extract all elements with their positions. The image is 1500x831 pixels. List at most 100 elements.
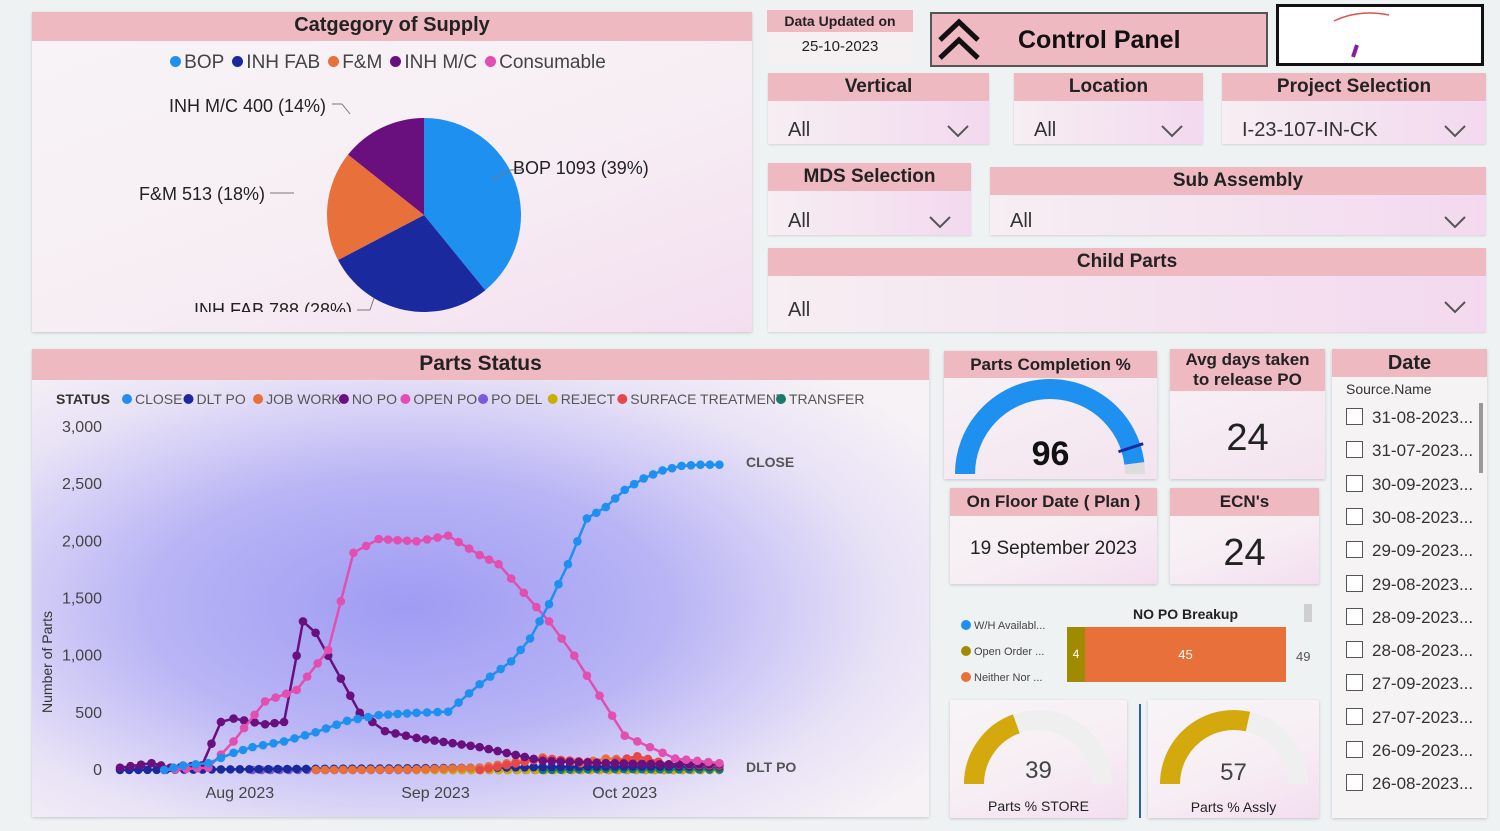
date-checkbox-item[interactable]: 31-07-2023... [1346,441,1473,461]
data-point-close[interactable] [620,485,630,495]
data-point-close[interactable] [258,740,268,750]
data-point-no-po[interactable] [421,734,430,744]
parts-status-legend-item[interactable]: DLT PO [197,391,246,407]
data-point-no-po[interactable] [401,731,411,740]
data-point-close[interactable] [412,708,421,718]
data-point-close[interactable] [374,710,383,720]
no-po-legend-item[interactable]: Neither Nor ... [961,672,1042,684]
data-point-no-po[interactable] [610,759,620,768]
data-point-job-work[interactable] [311,765,320,775]
data-point-open-po[interactable] [454,537,463,547]
data-point-close[interactable] [554,579,563,589]
data-point-close[interactable] [422,708,432,717]
data-point-close[interactable] [300,731,310,740]
parts-status-legend-item[interactable]: REJECT [561,391,616,407]
data-point-open-po[interactable] [260,697,270,706]
data-point-close[interactable] [485,672,495,681]
data-point-job-work[interactable] [320,765,330,775]
data-point-close[interactable] [715,460,724,470]
data-point-open-po[interactable] [532,602,541,612]
data-point-open-po[interactable] [412,537,421,546]
data-point-job-work[interactable] [375,765,385,774]
data-point-close[interactable] [269,739,278,748]
data-point-open-po[interactable] [323,645,333,655]
data-point-job-work[interactable] [430,764,439,774]
data-point-close[interactable] [229,748,238,758]
data-point-close[interactable] [433,707,442,717]
data-point-job-work[interactable] [466,763,475,773]
data-point-job-work[interactable] [457,763,466,773]
data-point-no-po[interactable] [270,718,279,728]
data-point-open-po[interactable] [402,536,412,546]
date-checkbox-item[interactable]: 30-09-2023... [1346,474,1473,495]
data-point-open-po[interactable] [443,531,453,540]
data-point-no-po[interactable] [502,748,511,758]
data-point-close[interactable] [191,759,201,769]
data-point-no-po[interactable] [412,733,421,743]
data-point-open-po[interactable] [544,617,554,626]
data-point-open-po[interactable] [302,672,312,681]
checkbox[interactable] [1346,741,1363,758]
data-point-no-po[interactable] [126,761,135,771]
data-point-no-po[interactable] [457,740,466,749]
data-point-open-po[interactable] [433,533,442,542]
data-point-close[interactable] [393,709,402,719]
data-point-dlt-po[interactable] [216,765,226,774]
data-point-close[interactable] [342,716,352,726]
checkbox[interactable] [1346,574,1363,592]
checkbox[interactable] [1346,541,1363,559]
data-point-open-po[interactable] [582,671,592,680]
data-point-job-work[interactable] [421,764,430,774]
data-point-open-po[interactable] [670,754,680,763]
data-point-open-po[interactable] [569,651,579,660]
data-point-open-po[interactable] [313,658,322,668]
data-point-close[interactable] [705,460,715,470]
data-point-open-po[interactable] [271,693,280,702]
data-point-dlt-po[interactable] [282,764,292,774]
vertical-slicer[interactable]: Vertical All [768,73,989,144]
data-point-job-work[interactable] [393,765,403,774]
data-point-dlt-po[interactable] [254,764,264,774]
data-point-close[interactable] [610,494,620,503]
data-point-open-po[interactable] [349,548,358,558]
data-point-surface-treatment[interactable] [493,762,502,772]
date-checkbox-item[interactable]: 31-08-2023... [1346,408,1473,428]
data-point-no-po[interactable] [115,763,125,773]
scrollbar-thumb[interactable] [1304,604,1312,622]
data-point-no-po[interactable] [260,719,270,729]
data-point-close[interactable] [443,707,453,716]
checkbox[interactable] [1346,607,1363,625]
date-checkbox-item[interactable]: 29-09-2023... [1346,541,1473,561]
data-point-job-work[interactable] [439,764,448,773]
data-point-no-po[interactable] [493,746,502,756]
data-point-open-po[interactable] [361,541,371,551]
data-point-close[interactable] [169,763,178,773]
data-point-close[interactable] [363,712,373,722]
data-point-open-po[interactable] [422,535,432,544]
project-selection-slicer[interactable]: Project Selection I-23-107-IN-CK [1222,73,1486,144]
data-point-close[interactable] [677,461,686,471]
data-point-close[interactable] [592,508,601,518]
data-point-open-po[interactable] [484,555,494,564]
checkbox[interactable] [1346,408,1363,425]
data-point-close[interactable] [496,664,505,674]
data-point-close[interactable] [582,514,592,523]
data-point-open-po[interactable] [692,756,702,766]
data-point-no-po[interactable] [619,759,629,768]
data-point-close[interactable] [216,753,226,763]
data-point-close[interactable] [383,710,393,719]
data-point-no-po[interactable] [547,756,557,766]
data-point-no-po[interactable] [439,737,448,747]
checkbox[interactable] [1346,507,1363,525]
data-point-open-po[interactable] [681,755,691,765]
data-point-dlt-po[interactable] [263,764,273,774]
data-point-close[interactable] [563,559,573,569]
date-slicer[interactable]: Date Source.Name 31-08-2023... 31-07-2023… [1332,349,1487,818]
data-point-no-po[interactable] [430,736,439,745]
data-point-close[interactable] [525,634,535,643]
parts-status-legend-item[interactable]: OPEN PO [413,391,477,407]
date-checkbox-item[interactable]: 29-08-2023... [1346,574,1473,595]
sub-assembly-slicer[interactable]: Sub Assembly All [990,167,1486,235]
data-point-dlt-po[interactable] [301,764,311,774]
data-point-job-work[interactable] [357,765,366,775]
